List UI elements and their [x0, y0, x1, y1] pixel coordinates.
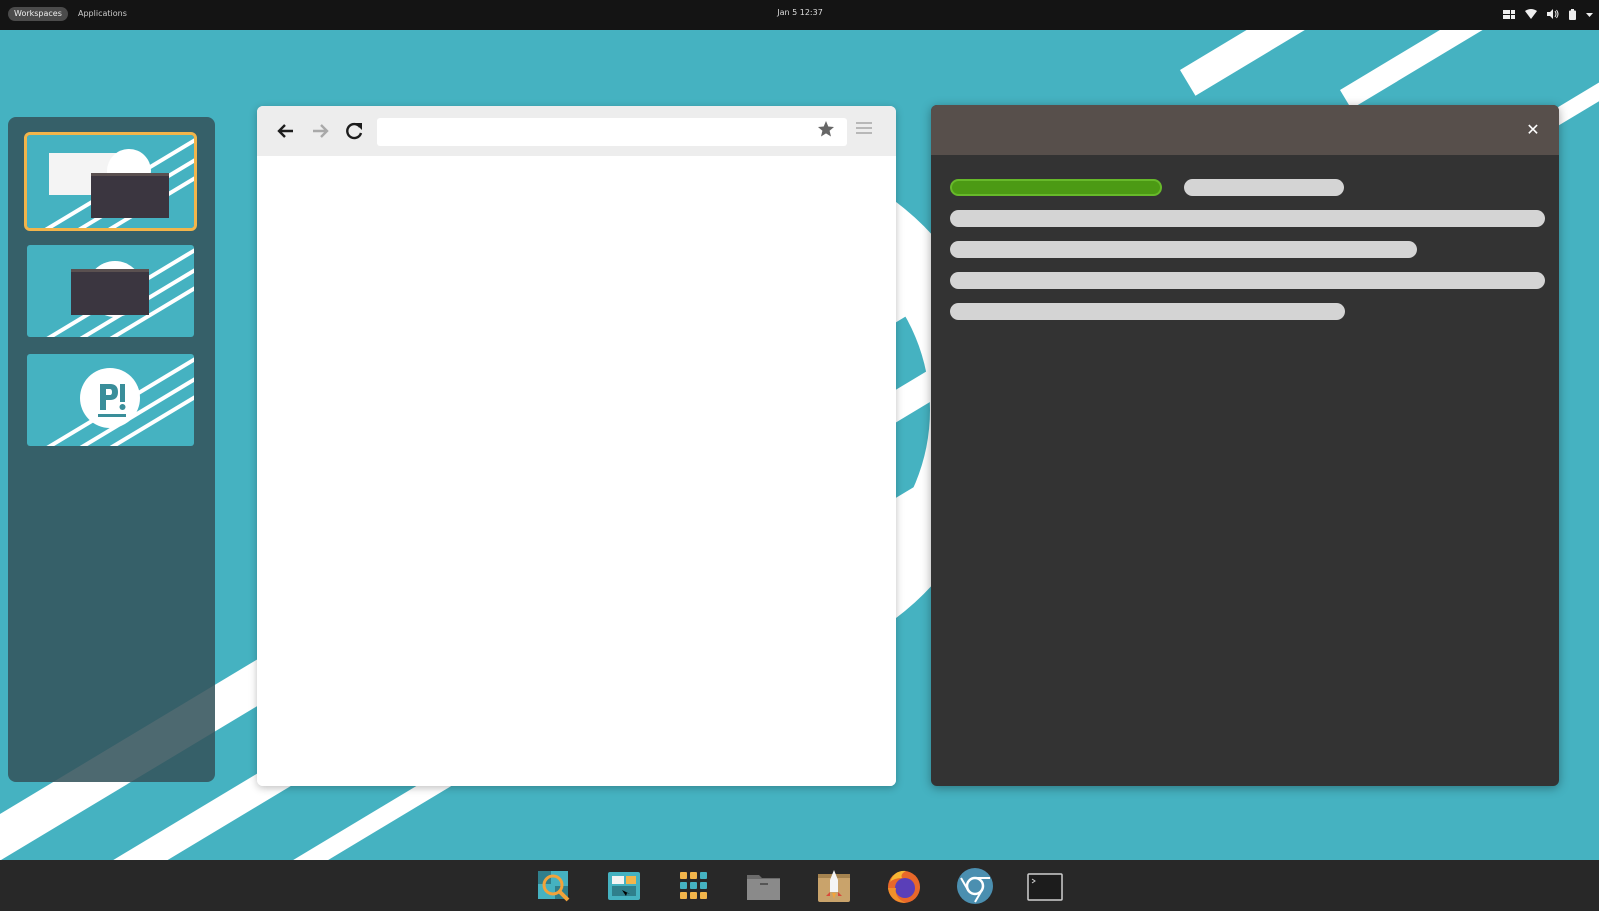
firefox-icon[interactable]	[884, 866, 924, 906]
window-preview-dialog	[91, 173, 169, 218]
reload-icon[interactable]	[341, 118, 367, 144]
primary-tab-placeholder[interactable]	[950, 179, 1162, 196]
workspaces-button[interactable]: Workspaces	[8, 7, 68, 21]
volume-icon[interactable]	[1547, 9, 1559, 21]
hamburger-menu-icon[interactable]	[856, 122, 872, 137]
browser-window[interactable]	[257, 106, 896, 786]
workspace-thumbnail-2[interactable]	[27, 245, 194, 337]
browser-toolbar	[257, 106, 896, 156]
system-tray[interactable]	[1503, 8, 1593, 22]
battery-icon[interactable]	[1569, 8, 1576, 22]
applications-button[interactable]: Applications	[72, 7, 133, 21]
workspace-thumbnail-1[interactable]	[24, 132, 197, 231]
text-line-placeholder	[950, 210, 1545, 227]
pop-os-logo-icon	[80, 368, 140, 428]
workspaces-icon[interactable]	[604, 866, 644, 906]
workspace-layout-icon[interactable]	[1503, 9, 1515, 21]
browser-content[interactable]	[257, 156, 896, 786]
url-input[interactable]	[377, 118, 847, 146]
files-icon[interactable]	[744, 866, 784, 906]
desktop: ✕	[0, 30, 1599, 860]
close-icon[interactable]: ✕	[1521, 118, 1545, 142]
workspace-switcher	[8, 117, 215, 782]
back-arrow-icon[interactable]	[273, 118, 299, 144]
app-store-icon[interactable]	[814, 866, 854, 906]
chromium-icon[interactable]	[955, 866, 995, 906]
wifi-icon[interactable]	[1525, 9, 1537, 21]
text-line-placeholder	[950, 241, 1417, 258]
workspace-thumbnail-3[interactable]	[27, 354, 194, 446]
dialog-window[interactable]: ✕	[931, 105, 1559, 786]
text-line-placeholder	[950, 272, 1545, 289]
chevron-down-icon[interactable]	[1586, 11, 1593, 20]
text-line-placeholder	[950, 303, 1345, 320]
forward-arrow-icon[interactable]	[307, 118, 333, 144]
window-preview-dialog	[71, 269, 149, 315]
app-grid-icon[interactable]	[674, 866, 714, 906]
dialog-header: ✕	[931, 105, 1559, 155]
star-icon[interactable]	[817, 120, 835, 143]
top-panel: Workspaces Applications Jan 5 12:37	[0, 0, 1599, 30]
dock	[0, 860, 1599, 911]
search-icon[interactable]	[535, 866, 575, 906]
secondary-tab-placeholder[interactable]	[1184, 179, 1344, 196]
wallpaper-stripe	[1340, 30, 1599, 109]
clock[interactable]: Jan 5 12:37	[760, 8, 840, 17]
terminal-icon[interactable]	[1025, 866, 1065, 906]
